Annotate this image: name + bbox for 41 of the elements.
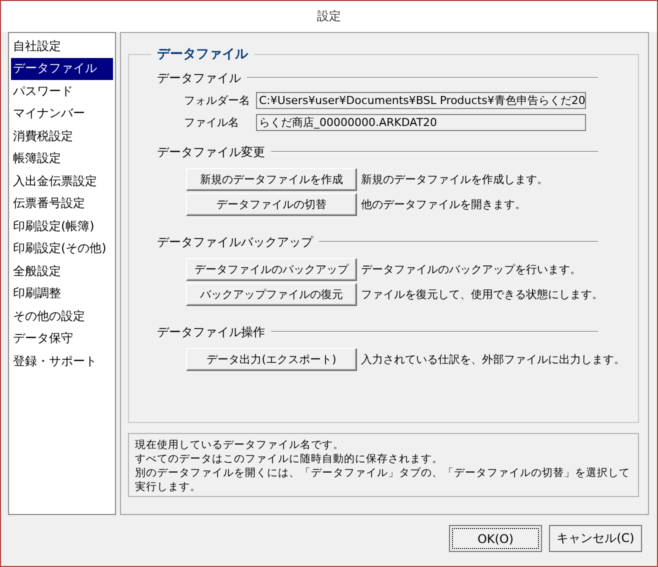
readonly-field[interactable]: らくだ商店_00000000.ARKDAT20 (256, 114, 586, 130)
dialog-button[interactable]: OK(O) (449, 525, 542, 552)
dialog-button[interactable]: キャンセル(C) (549, 525, 642, 552)
category-item[interactable]: 入出金伝票設定 (11, 170, 113, 192)
help-text: 実行します。 (135, 480, 201, 494)
action-button[interactable]: データファイルのバックアップ (186, 258, 357, 281)
section-title: データファイル操作 (157, 324, 265, 340)
readonly-field[interactable]: C:¥Users¥user¥Documents¥BSL Products¥青色申告らくだ20 (256, 92, 586, 108)
action-description: 新規のデータファイルを作成します。 (361, 172, 548, 187)
action-button[interactable]: データファイルの切替 (186, 193, 357, 216)
action-description: 他のデータファイルを開きます。 (361, 197, 526, 212)
category-item[interactable]: 印刷設定(その他) (11, 238, 113, 260)
section-title: データファイルバックアップ (157, 234, 313, 250)
category-item[interactable]: その他の設定 (11, 305, 113, 328)
category-item[interactable]: 印刷設定(帳簿) (11, 215, 113, 238)
action-button[interactable]: バックアップファイルの復元 (186, 283, 357, 306)
help-text: すべてのデータはこのファイルに随時自動的に保存されます。 (135, 452, 443, 466)
category-item[interactable]: データ保守 (11, 328, 113, 350)
category-item[interactable]: 帳簿設定 (11, 148, 113, 170)
category-item[interactable]: 自社設定 (11, 35, 113, 58)
section-title: データファイル (157, 70, 241, 86)
group-title: データファイル (156, 46, 250, 63)
field-label: フォルダー名 (184, 92, 251, 108)
action-button[interactable]: 新規のデータファイルを作成 (186, 168, 357, 191)
action-description: ファイルを復元して、使用できる状態にします。 (361, 287, 603, 302)
action-description: データファイルのバックアップを行います。 (361, 262, 581, 277)
section-title: データファイル変更 (157, 144, 265, 160)
category-item[interactable]: マイナンバー (11, 102, 113, 125)
field-label: ファイル名 (184, 114, 240, 130)
help-text: 現在使用しているデータファイル名です。 (135, 438, 344, 452)
action-description: 入力されている仕訳を、外部ファイルに出力します。 (361, 352, 625, 367)
category-item[interactable]: データファイル (11, 58, 113, 80)
category-item[interactable]: 伝票番号設定 (11, 192, 113, 215)
category-item[interactable]: 全般設定 (11, 260, 113, 282)
category-item[interactable]: 登録・サポート (11, 350, 113, 372)
action-button[interactable]: データ出力(エクスポート) (186, 348, 357, 371)
window-title: 設定 (317, 8, 341, 25)
category-item[interactable]: 消費税設定 (11, 125, 113, 148)
category-item[interactable]: パスワード (11, 80, 113, 102)
category-item[interactable]: 印刷調整 (11, 282, 113, 305)
help-text: 別のデータファイルを開くには、「データファイル」タブの、「データファイルの切替」を選択して (135, 466, 630, 480)
